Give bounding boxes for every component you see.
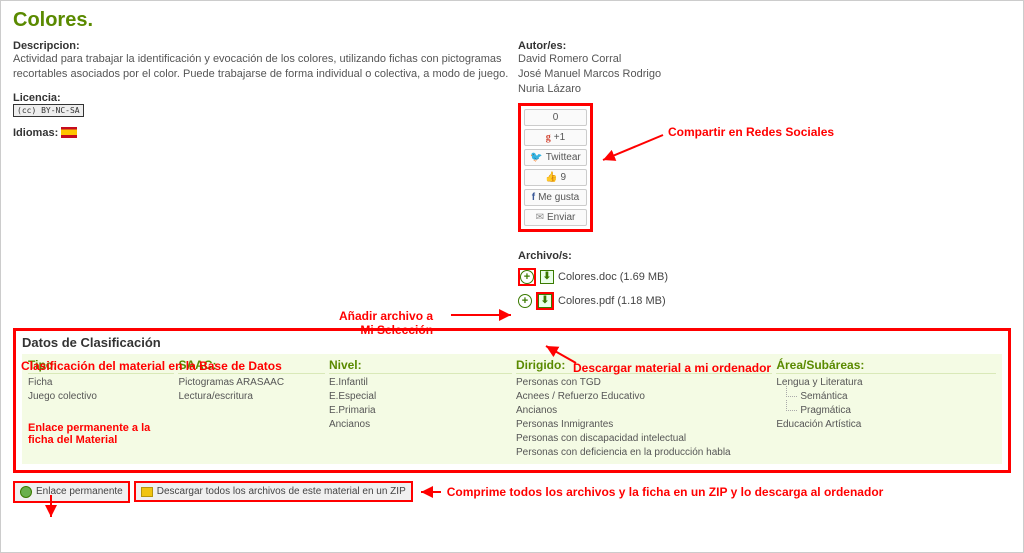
subarea-item: Pragmática (776, 404, 996, 418)
tipo-item: Juego colectivo (28, 390, 174, 404)
description-text: Actividad para trabajar la identificació… (13, 52, 518, 82)
classification-box: Datos de Clasificación Tipo: Ficha Juego… (13, 328, 1011, 473)
download-icon[interactable]: ⬇ (538, 294, 552, 308)
files-label: Archivo/s: (518, 250, 998, 262)
saac-item: Lectura/escritura (178, 390, 324, 404)
envelope-icon: ✉ (536, 212, 544, 223)
annotation-add-selection: Añadir archivo aMi Selección (339, 309, 433, 337)
nivel-item: Ancianos (329, 418, 512, 432)
nivel-item: E.Especial (329, 390, 512, 404)
flag-es-icon (61, 127, 77, 138)
languages-label: Idiomas: (13, 127, 58, 139)
dirigido-item: Ancianos (516, 404, 772, 418)
nivel-item: E.Primaria (329, 404, 512, 418)
gplus-button[interactable]: g+1 (524, 129, 587, 146)
area-item: Lengua y Literatura (776, 376, 996, 390)
page-title: Colores. (13, 9, 1011, 32)
nivel-item: E.Infantil (329, 376, 512, 390)
license-label: Licencia: (13, 92, 61, 104)
subarea-item: Semántica (776, 390, 996, 404)
dirigido-item: Personas con discapacidad intelectual (516, 432, 772, 446)
twitter-icon: 🐦 (530, 152, 542, 163)
thumbs-up-icon: 👍 (545, 172, 557, 183)
add-selection-icon[interactable]: + (518, 294, 532, 308)
twitter-button[interactable]: 🐦Twittear (524, 149, 587, 166)
annotation-download: Descargar material a mi ordenador (573, 361, 771, 375)
area-header: Área/Subáreas: (776, 358, 996, 374)
authors-list: David Romero Corral José Manuel Marcos R… (518, 52, 998, 97)
author-item: Nuria Lázaro (518, 82, 998, 97)
share-count: 0 (524, 109, 587, 126)
dirigido-item: Personas con TGD (516, 376, 772, 390)
classification-header: Datos de Clasificación (22, 335, 1002, 350)
dirigido-item: Personas con deficiencia en la producció… (516, 446, 772, 460)
dirigido-item: Acnees / Refuerzo Educativo (516, 390, 772, 404)
cc-license-badge[interactable]: (cc) BY-NC-SA (13, 104, 84, 117)
annotation-zip: Comprime todos los archivos y la ficha e… (447, 485, 884, 499)
gplus-icon: g (546, 132, 551, 143)
like-count: 👍9 (524, 169, 587, 186)
dirigido-item: Personas Inmigrantes (516, 418, 772, 432)
annotation-permalink: Enlace permanente a la ficha del Materia… (28, 422, 174, 446)
globe-icon (20, 486, 32, 498)
area-item: Educación Artística (776, 418, 996, 432)
send-button[interactable]: ✉Enviar (524, 209, 587, 226)
description-label: Descripcion: (13, 40, 518, 52)
annotation-share: Compartir en Redes Sociales (668, 125, 834, 139)
tipo-item: Ficha (28, 376, 174, 390)
file-row: + ⬇ Colores.doc (1.69 MB) (518, 268, 998, 286)
social-share-box: 0 g+1 🐦Twittear 👍9 fMe gusta ✉Enviar (518, 103, 593, 232)
saac-item: Pictogramas ARASAAC (178, 376, 324, 390)
author-item: José Manuel Marcos Rodrigo (518, 67, 998, 82)
file-row: + ⬇ Colores.pdf (1.18 MB) (518, 292, 998, 310)
nivel-header: Nivel: (329, 358, 512, 374)
facebook-icon: f (532, 192, 535, 203)
file-name[interactable]: Colores.doc (1.69 MB) (558, 271, 668, 283)
author-item: David Romero Corral (518, 52, 998, 67)
authors-label: Autor/es: (518, 40, 998, 52)
fb-like-button[interactable]: fMe gusta (524, 189, 587, 206)
permalink-button[interactable]: Enlace permanente (13, 481, 130, 503)
annotation-db-class: Clasificación del material en la Base de… (21, 359, 282, 373)
file-name[interactable]: Colores.pdf (1.18 MB) (558, 295, 666, 307)
add-selection-icon[interactable]: + (520, 270, 534, 284)
folder-zip-icon (141, 487, 153, 497)
download-zip-button[interactable]: Descargar todos los archivos de este mat… (134, 481, 413, 502)
download-icon[interactable]: ⬇ (540, 270, 554, 284)
